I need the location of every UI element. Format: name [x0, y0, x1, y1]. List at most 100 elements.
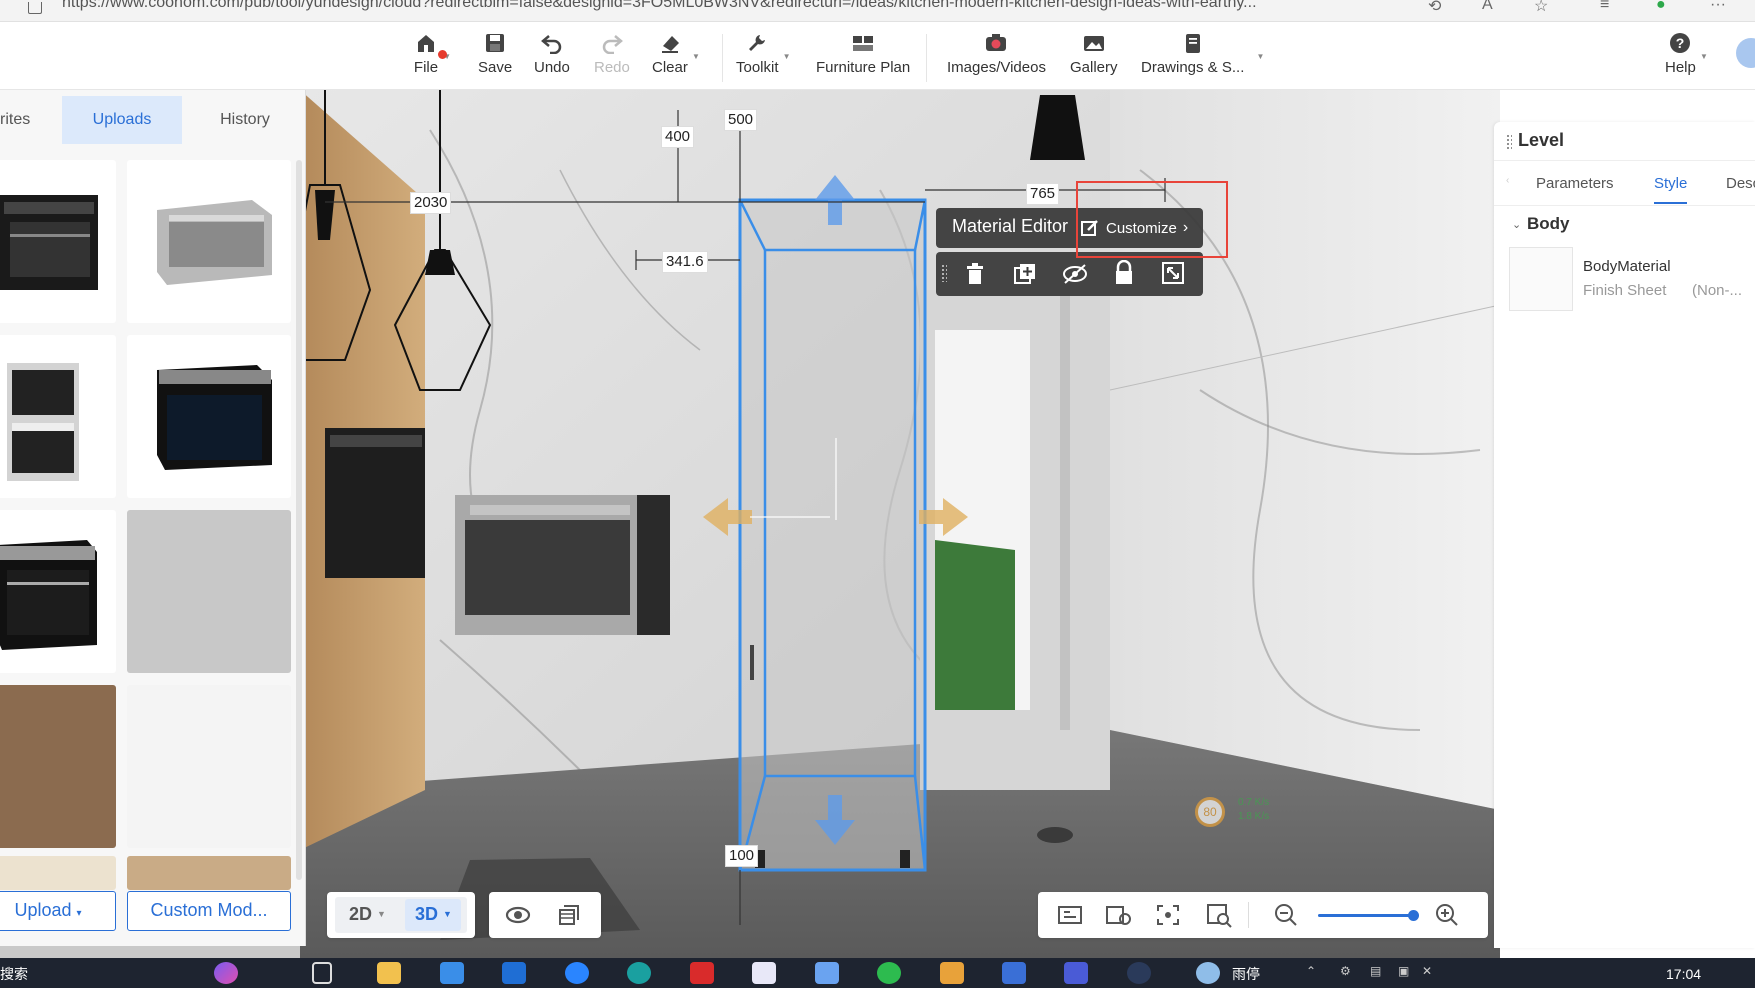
upload-item-cream-swatch[interactable]: [0, 856, 116, 890]
house-icon: [413, 30, 439, 56]
chevron-down-icon: ▼: [1699, 52, 1708, 61]
avatar[interactable]: [1736, 38, 1755, 68]
tab-parameters[interactable]: Parameters: [1536, 175, 1614, 192]
layers-icon[interactable]: [556, 902, 582, 928]
redo-button[interactable]: Redo: [594, 30, 630, 76]
drag-handle[interactable]: [1506, 134, 1512, 150]
favorite-star-icon[interactable]: ☆: [1534, 0, 1548, 16]
tab-history[interactable]: History: [186, 96, 304, 144]
help-button[interactable]: ? Help ▼: [1665, 30, 1708, 76]
upload-item-coffee-machine[interactable]: [0, 335, 116, 498]
delete-icon[interactable]: [964, 262, 986, 286]
app-icon[interactable]: [1127, 962, 1151, 984]
focus-icon[interactable]: [1155, 903, 1181, 927]
security-icon[interactable]: [752, 962, 776, 984]
upload-item-white-swatch[interactable]: [127, 685, 291, 848]
dimension-label[interactable]: 341.6: [662, 251, 708, 273]
upload-item-steam-oven[interactable]: [127, 160, 291, 323]
store-icon[interactable]: [440, 962, 464, 984]
copilot-icon[interactable]: [214, 962, 238, 984]
chevron-down-icon: ▼: [377, 909, 386, 919]
save-button[interactable]: Save: [478, 30, 512, 76]
tray-icon[interactable]: ▤: [1370, 964, 1381, 978]
zoom-out-icon[interactable]: [1274, 903, 1298, 927]
mode-3d-button[interactable]: 3D: [415, 904, 438, 925]
camera-settings-icon[interactable]: [1104, 903, 1132, 927]
clear-button[interactable]: Clear ▼: [652, 30, 700, 76]
weather-icon[interactable]: [1196, 962, 1220, 984]
chevron-left-icon[interactable]: ‹: [1506, 175, 1509, 186]
zoom-area-icon[interactable]: [1205, 902, 1233, 928]
extension-icon[interactable]: ●: [1656, 0, 1666, 14]
toolkit-button[interactable]: Toolkit ▼: [736, 30, 791, 76]
tab-uploads[interactable]: Uploads: [62, 96, 182, 144]
app-icon[interactable]: [1002, 962, 1026, 984]
more-menu-icon[interactable]: ···: [1710, 0, 1726, 14]
upload-item-wood-swatch[interactable]: [127, 856, 291, 890]
tab-style[interactable]: Style: [1654, 175, 1688, 204]
upload-item-grey-swatch[interactable]: [127, 510, 291, 673]
search-box[interactable]: 搜索: [0, 964, 28, 984]
browser-address-bar[interactable]: https://www.coohom.com/pub/tool/yundesig…: [0, 0, 1755, 22]
file-label: File: [413, 59, 439, 76]
file-button[interactable]: File ▼: [413, 30, 451, 76]
tray-icon[interactable]: ▣: [1398, 964, 1409, 978]
task-view-icon[interactable]: [312, 962, 332, 984]
tray-icon[interactable]: ⚙: [1340, 964, 1351, 978]
weather-text[interactable]: 雨停: [1232, 964, 1260, 984]
app-icon[interactable]: [1064, 962, 1088, 984]
material-swatch[interactable]: [1509, 247, 1573, 311]
address-url[interactable]: https://www.coohom.com/pub/tool/yundesig…: [62, 0, 1412, 12]
duplicate-icon[interactable]: [1013, 262, 1037, 286]
custom-model-button[interactable]: Custom Mod...: [127, 891, 291, 931]
gallery-button[interactable]: Gallery: [1070, 30, 1118, 76]
material-editor-button[interactable]: Material Editor: [952, 216, 1068, 237]
dimension-label[interactable]: 765: [1026, 183, 1060, 205]
zoom-in-icon[interactable]: [1435, 903, 1459, 927]
furniture-plan-button[interactable]: Furniture Plan: [816, 30, 910, 76]
floorplan-icon: [850, 30, 876, 56]
tab-description[interactable]: Desc: [1726, 175, 1755, 192]
camera-view-icon[interactable]: [1056, 903, 1084, 927]
edge-icon[interactable]: [627, 962, 651, 984]
mode-2d-button[interactable]: 2D: [349, 904, 372, 925]
furniture-plan-label: Furniture Plan: [816, 59, 911, 76]
zoom-slider-knob[interactable]: [1408, 910, 1419, 921]
drag-handle[interactable]: [941, 264, 947, 282]
tray-chevron-icon[interactable]: ⌃: [1306, 964, 1316, 978]
volume-mute-icon[interactable]: ✕: [1422, 964, 1432, 978]
app-icon[interactable]: [940, 962, 964, 984]
upload-item-built-in-oven[interactable]: [127, 335, 291, 498]
fullscreen-icon[interactable]: [1161, 261, 1185, 285]
hide-icon[interactable]: [1062, 262, 1088, 286]
upload-item-brown-swatch[interactable]: [0, 685, 116, 848]
zoom-slider[interactable]: [1318, 914, 1418, 917]
clock-time[interactable]: 17:04: [1666, 966, 1701, 982]
lock-icon[interactable]: [1113, 260, 1135, 286]
feishu-icon[interactable]: [565, 962, 589, 984]
material-type: Finish Sheet: [1583, 282, 1667, 299]
scrollbar[interactable]: [296, 160, 302, 880]
text-size-icon[interactable]: A: [1482, 0, 1493, 14]
wps-icon[interactable]: [690, 962, 714, 984]
file-explorer-icon[interactable]: [377, 962, 401, 984]
upload-button[interactable]: Upload ▾: [0, 891, 116, 931]
tab-favorites[interactable]: rites: [0, 96, 58, 144]
dimension-label[interactable]: 100: [725, 845, 759, 867]
read-aloud-icon[interactable]: ⟲: [1428, 0, 1441, 16]
dimension-label[interactable]: 2030: [410, 192, 452, 214]
favorites-list-icon[interactable]: ≡: [1600, 0, 1609, 14]
dimension-label[interactable]: 400: [661, 126, 695, 148]
drawings-button[interactable]: Drawings & S... ▼: [1141, 30, 1264, 76]
upload-item-black-oven[interactable]: [0, 510, 116, 673]
app-icon[interactable]: [815, 962, 839, 984]
section-body-header[interactable]: Body: [1527, 214, 1570, 234]
undo-button[interactable]: Undo: [534, 30, 570, 76]
upload-item-oven[interactable]: [0, 160, 116, 323]
chevron-down-icon[interactable]: ⌄: [1512, 218, 1521, 231]
wechat-icon[interactable]: [877, 962, 901, 984]
eye-icon[interactable]: [505, 903, 531, 927]
images-videos-button[interactable]: Images/Videos: [947, 30, 1046, 76]
dimension-label[interactable]: 500: [724, 109, 758, 131]
outlook-icon[interactable]: [502, 962, 526, 984]
